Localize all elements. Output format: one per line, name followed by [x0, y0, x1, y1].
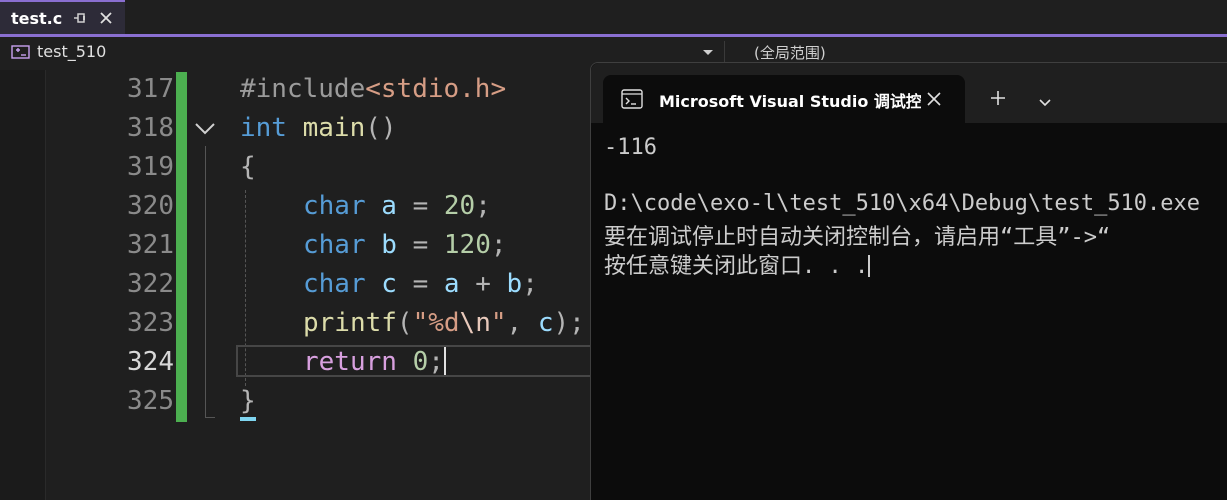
return-keyword: return [303, 347, 397, 377]
debug-console-window[interactable]: Microsoft Visual Studio 调试控制台 -116 [590, 62, 1227, 500]
exit-path-line: D:\code\exo-l\test_510\x64\Debug\test_51… [604, 191, 1201, 216]
line-number: 322 [127, 269, 174, 299]
semicolon: ; [428, 347, 444, 377]
terminal-icon [621, 89, 643, 109]
type-keyword: int [240, 113, 287, 143]
close-icon[interactable] [98, 10, 114, 26]
code-line-318: int main() [240, 113, 397, 143]
current-line-number: 324 [127, 347, 174, 377]
include-header: <stdio.h> [365, 74, 507, 104]
pin-icon[interactable] [72, 10, 88, 26]
variable: b [506, 269, 523, 299]
change-tracking-bar [176, 72, 187, 422]
prompt-text: 按任意键关闭此窗口. . . [604, 254, 869, 279]
line-number: 319 [127, 152, 174, 182]
operator: = [396, 230, 444, 260]
fold-guide [205, 146, 206, 418]
code-line-322: char c = a + b; [303, 269, 538, 299]
code-line-325: } [240, 386, 256, 416]
number-literal: 20 [443, 191, 476, 221]
brace-match-marker [240, 417, 256, 421]
plus-icon[interactable] [989, 89, 1007, 107]
paren: ); [553, 308, 585, 338]
operator: + [459, 269, 507, 299]
semicolon: ; [490, 230, 507, 260]
line-number: 325 [127, 386, 174, 416]
line-number-gutter: 317 318 319 320 321 322 323 324 325 [46, 70, 176, 500]
semicolon: ; [522, 269, 538, 299]
string-literal: " [490, 308, 507, 338]
program-result: -116 [604, 135, 657, 160]
project-name: test_510 [37, 42, 107, 61]
number-literal: 120 [443, 230, 491, 260]
tab-title: test.c [11, 9, 63, 28]
chevron-down-icon [703, 50, 713, 55]
console-output[interactable]: -116 D:\code\exo-l\test_510\x64\Debug\te… [591, 123, 1227, 500]
document-tab-strip: test.c [0, 0, 1227, 34]
function-name: main [302, 113, 366, 143]
line-number: 320 [127, 191, 174, 221]
code-line-319: { [240, 152, 256, 182]
line-number: 318 [127, 113, 174, 143]
code-line-321: char b = 120; [303, 230, 507, 260]
type-keyword: char [303, 191, 366, 221]
variable: c [381, 269, 397, 299]
code-line-317: #include<stdio.h> [240, 74, 506, 104]
close-icon[interactable] [925, 90, 943, 108]
variable: b [381, 230, 397, 260]
editor-margin [0, 70, 46, 500]
project-icon [11, 44, 31, 60]
code-line-320: char a = 20; [303, 191, 491, 221]
chevron-down-icon[interactable] [193, 120, 217, 138]
console-titlebar: Microsoft Visual Studio 调试控制台 [591, 63, 1227, 123]
function-call: printf [303, 308, 397, 338]
code-line-324: return 0; [303, 347, 446, 377]
fold-guide-end [205, 417, 215, 418]
escape-sequence: \n [459, 308, 491, 338]
semicolon: ; [475, 191, 491, 221]
code-line-323: printf("%d\n", c); [303, 308, 585, 338]
line-number: 321 [127, 230, 174, 260]
comma: , [506, 308, 538, 338]
line-number: 317 [127, 74, 174, 104]
ide-window: test.c test_510 (全局范围) 317 318 319 320 3… [0, 0, 1227, 500]
scope-dropdown[interactable]: (全局范围) [754, 42, 826, 63]
type-keyword: char [303, 230, 366, 260]
variable: a [443, 269, 460, 299]
number-literal: 0 [412, 347, 429, 377]
open-brace: { [240, 152, 256, 182]
string-literal: "%d [412, 308, 460, 338]
parens: () [365, 113, 397, 143]
type-keyword: char [303, 269, 366, 299]
variable: a [381, 191, 397, 221]
console-cursor [868, 255, 871, 277]
press-key-prompt: 按任意键关闭此窗口. . . [604, 248, 871, 280]
preprocessor-directive: #include [240, 74, 366, 104]
close-brace: } [240, 386, 256, 416]
console-tab-title: Microsoft Visual Studio 调试控制台 [659, 92, 921, 111]
text-caret [443, 347, 446, 375]
console-tab[interactable]: Microsoft Visual Studio 调试控制台 [603, 75, 965, 123]
variable: c [537, 308, 554, 338]
line-number: 323 [127, 308, 174, 338]
document-tab-test-c[interactable]: test.c [0, 0, 125, 34]
auto-close-hint: 要在调试停止时自动关闭控制台，请启用“工具”->“ [604, 225, 1111, 250]
operator: = [396, 191, 444, 221]
operator: = [396, 269, 444, 299]
paren: ( [396, 308, 413, 338]
chevron-down-icon[interactable] [1038, 93, 1052, 107]
